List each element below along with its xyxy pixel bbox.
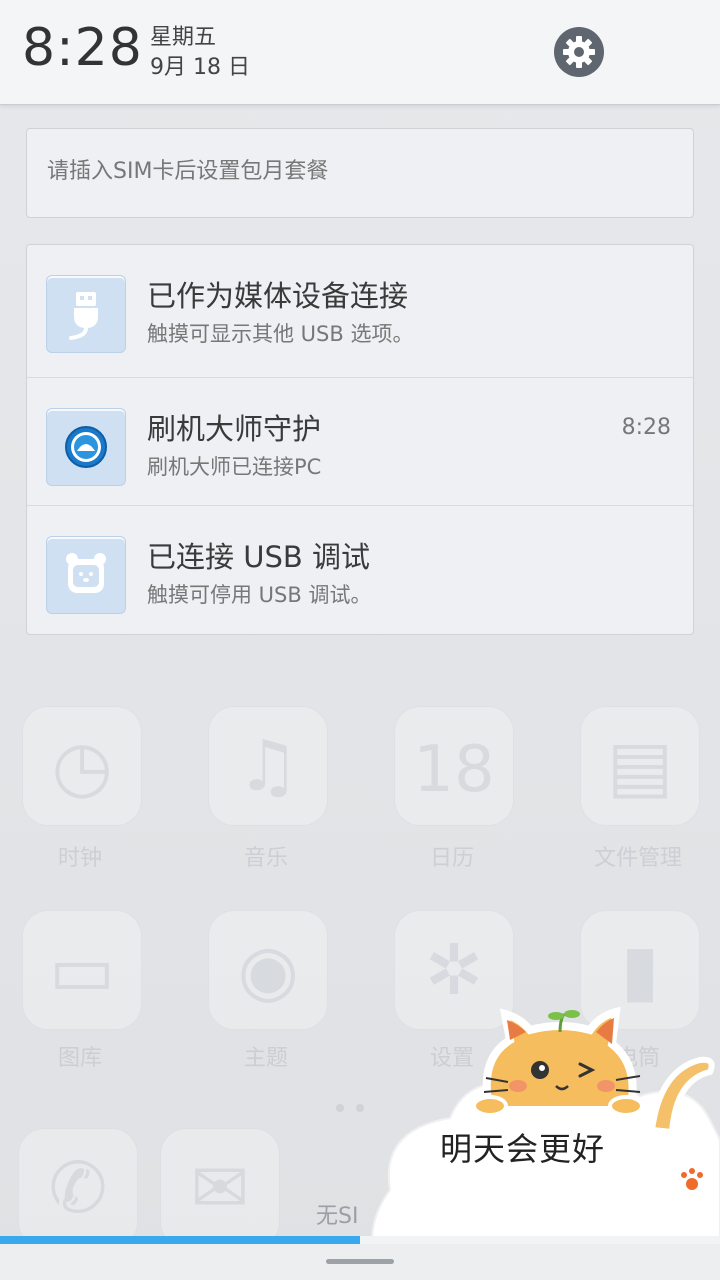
notification-usb-debug[interactable]: 已连接 USB 调试 触摸可停用 USB 调试。 (27, 506, 693, 634)
bg-label-music: 音乐 (243, 846, 288, 871)
gear-icon (563, 36, 595, 68)
debug-bear-icon (46, 536, 126, 614)
notification-subtitle: 触摸可停用 USB 调试。 (147, 583, 372, 607)
notification-subtitle: 刷机大师已连接PC (147, 455, 322, 479)
progress-bar-fill (0, 1236, 360, 1244)
notification-title: 已连接 USB 调试 (147, 540, 370, 574)
notification-header: 8:28 星期五 9月 18 日 (0, 0, 720, 105)
bg-label-theme: 主题 (243, 1046, 288, 1071)
sim-plan-card[interactable]: 请插入SIM卡后设置包月套餐 (26, 128, 694, 218)
bg-app-messages: ✉ (160, 1128, 280, 1248)
clock-time: 8:28 (22, 18, 143, 78)
bg-app-files: ▤ (580, 706, 700, 826)
notification-usb-media[interactable]: 已作为媒体设备连接 触摸可显示其他 USB 选项。 (27, 245, 693, 373)
notification-title: 已作为媒体设备连接 (147, 279, 409, 313)
bg-app-gallery: ▭ (22, 910, 142, 1030)
sticker-text: 明天会更好 (440, 1130, 606, 1168)
no-sim-status: 无SI (316, 1204, 359, 1229)
bg-app-calendar: 18 (394, 706, 514, 826)
usb-plug-icon (46, 275, 126, 353)
date: 9月 18 日 (150, 55, 250, 80)
bg-label-clock: 时钟 (57, 846, 102, 871)
bg-app-phone: ✆ (18, 1128, 138, 1248)
notification-time: 8:28 (621, 415, 671, 440)
notification-subtitle: 触摸可显示其他 USB 选项。 (147, 322, 414, 346)
shuaji-app-icon (46, 408, 126, 486)
bg-app-music: ♫ (208, 706, 328, 826)
settings-button[interactable] (554, 27, 604, 77)
notification-list: 已作为媒体设备连接 触摸可显示其他 USB 选项。 刷机大师守护 刷机大师已连接… (26, 244, 694, 635)
bg-label-gallery: 图库 (57, 1046, 102, 1071)
notification-title: 刷机大师守护 (147, 412, 322, 446)
notification-drag-bar[interactable] (0, 1244, 720, 1280)
weekday: 星期五 (150, 25, 217, 50)
notification-shuaji[interactable]: 刷机大师守护 刷机大师已连接PC (27, 378, 693, 506)
bg-app-clock: ◷ (22, 706, 142, 826)
bg-app-theme: ◉ (208, 910, 328, 1030)
bg-label-files: 文件管理 (593, 846, 682, 871)
bg-label-calendar: 日历 (429, 846, 474, 871)
sim-plan-text: 请插入SIM卡后设置包月套餐 (47, 159, 329, 184)
pager-dot (336, 1104, 344, 1112)
drag-handle[interactable] (326, 1259, 394, 1264)
progress-bar (0, 1236, 720, 1244)
